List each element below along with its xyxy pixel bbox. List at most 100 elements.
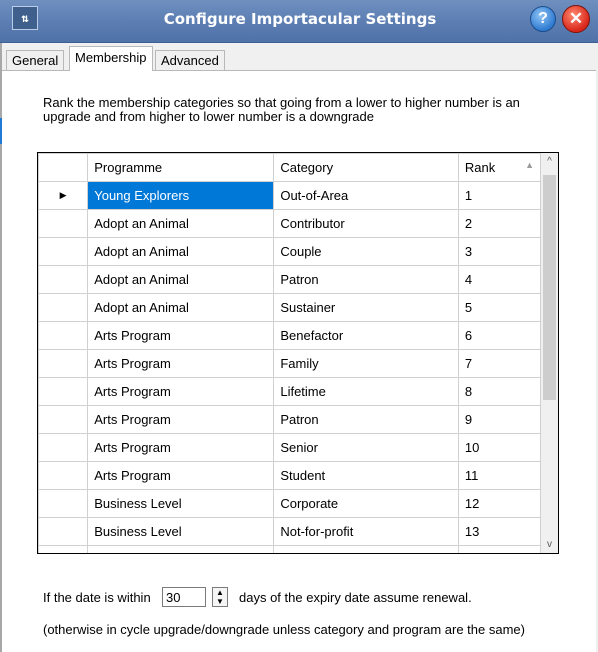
grid-cell-rank[interactable]: 10 bbox=[457, 433, 542, 462]
grid-row[interactable]: Arts Program Patron 9 bbox=[38, 405, 542, 434]
grid-cell-rank[interactable]: 1 bbox=[457, 181, 542, 210]
grid-row[interactable]: Adopt an Animal Patron 4 bbox=[38, 265, 542, 294]
row-selector[interactable] bbox=[38, 545, 89, 553]
grid-cell-rank[interactable]: 7 bbox=[457, 349, 542, 378]
row-selector[interactable] bbox=[38, 209, 89, 238]
help-icon[interactable]: ? bbox=[530, 6, 556, 32]
grid-cell-programme[interactable]: Arts Program bbox=[87, 405, 275, 434]
grid-row[interactable]: Arts Program Senior 10 bbox=[38, 433, 542, 462]
grid-cell-programme[interactable]: Arts Program bbox=[87, 321, 275, 350]
spin-down-icon[interactable]: ▼ bbox=[213, 597, 227, 606]
scroll-up-icon[interactable]: ^ bbox=[541, 153, 558, 170]
column-header-rank[interactable]: Rank ▲ bbox=[457, 153, 542, 182]
column-header-category-label: Category bbox=[280, 160, 334, 175]
grid-cell-category[interactable]: Contributor bbox=[273, 209, 459, 238]
grid-cell-programme[interactable]: Business Level bbox=[87, 517, 275, 546]
grid-cell-category[interactable]: Sustainer bbox=[273, 293, 459, 322]
spin-up-icon[interactable]: ▲ bbox=[213, 588, 227, 597]
grid-cell-category[interactable]: Out-of-Area bbox=[273, 181, 459, 210]
intro-text: Rank the membership categories so that g… bbox=[43, 95, 520, 124]
grid-cell-programme[interactable]: Business Level bbox=[87, 489, 275, 518]
scroll-down-icon[interactable]: v bbox=[541, 536, 558, 553]
tab-membership[interactable]: Membership bbox=[69, 46, 153, 71]
row-selector[interactable] bbox=[38, 265, 89, 294]
window-app-icon: ⇅ bbox=[12, 6, 38, 30]
days-spinner[interactable]: ▲ ▼ bbox=[212, 587, 228, 607]
renewal-days-input[interactable] bbox=[162, 587, 206, 607]
grid-cell-rank[interactable]: 4 bbox=[457, 265, 542, 294]
grid-cell-category[interactable]: Senior bbox=[273, 433, 459, 462]
grid-cell-programme[interactable]: Adopt an Animal bbox=[87, 265, 275, 294]
renewal-suffix-label: days of the expiry date assume renewal. bbox=[239, 590, 472, 605]
grid-cell-category[interactable]: Couple bbox=[273, 237, 459, 266]
grid-cell-rank[interactable]: 6 bbox=[457, 321, 542, 350]
grid-cell-rank[interactable]: 12 bbox=[457, 489, 542, 518]
grid-vertical-scrollbar[interactable]: ^ v bbox=[541, 153, 558, 553]
grid-cell-category[interactable]: Not-for-profit bbox=[273, 517, 459, 546]
grid-cell-category[interactable]: Patron bbox=[273, 265, 459, 294]
row-selector-header[interactable] bbox=[38, 153, 89, 182]
grid-cell-programme[interactable]: Arts Program bbox=[87, 461, 275, 490]
grid-cell-programme[interactable]: Adopt an Animal bbox=[87, 237, 275, 266]
close-icon[interactable]: ✕ bbox=[562, 5, 590, 33]
grid-cell-programme[interactable]: Education Program bbox=[87, 545, 275, 553]
grid-row[interactable]: Arts Program Benefactor 6 bbox=[38, 321, 542, 350]
column-header-rank-label: Rank bbox=[464, 160, 496, 175]
grid-row[interactable]: Arts Program Family 7 bbox=[38, 349, 542, 378]
grid-row[interactable]: Education ProgramFamily14 bbox=[38, 545, 542, 553]
membership-rank-grid[interactable]: Programme Category Rank ▲ ▶ Young Explorer… bbox=[37, 152, 559, 554]
title-bar: ⇅ Configure Importacular Settings ? ✕ bbox=[0, 0, 598, 43]
grid-cell-category[interactable]: Student bbox=[273, 461, 459, 490]
renewal-prefix-label: If the date is within bbox=[43, 590, 151, 605]
grid-cell-programme[interactable]: Arts Program bbox=[87, 349, 275, 378]
grid-header-row: Programme Category Rank ▲ bbox=[38, 153, 542, 182]
grid-cell-rank[interactable]: 9 bbox=[457, 405, 542, 434]
row-selector[interactable] bbox=[38, 321, 89, 350]
row-selector[interactable] bbox=[38, 349, 89, 378]
grid-cell-rank[interactable]: 2 bbox=[457, 209, 542, 238]
grid-row[interactable]: Business Level Not-for-profit 13 bbox=[38, 517, 542, 546]
grid-cell-rank[interactable]: 11 bbox=[457, 461, 542, 490]
grid-cell-programme[interactable]: Adopt an Animal bbox=[87, 209, 275, 238]
row-selector[interactable] bbox=[38, 461, 89, 490]
grid-row[interactable]: Business Level Corporate 12 bbox=[38, 489, 542, 518]
grid-cell-category[interactable]: Benefactor bbox=[273, 321, 459, 350]
sort-ascending-icon: ▲ bbox=[525, 160, 534, 170]
row-selector[interactable] bbox=[38, 293, 89, 322]
grid-cell-category[interactable]: Corporate bbox=[273, 489, 459, 518]
grid-row[interactable]: Adopt an Animal Contributor 2 bbox=[38, 209, 542, 238]
grid-row[interactable]: ▶ Young Explorers Out-of-Area 1 bbox=[38, 181, 542, 210]
grid-cell-programme[interactable]: Adopt an Animal bbox=[87, 293, 275, 322]
column-header-programme-label: Programme bbox=[94, 160, 163, 175]
grid-cell-rank[interactable]: 5 bbox=[457, 293, 542, 322]
tab-advanced[interactable]: Advanced bbox=[155, 50, 225, 70]
renewal-row: If the date is within ▲ ▼ days of the ex… bbox=[43, 587, 472, 607]
grid-cell-category[interactable]: Lifetime bbox=[273, 377, 459, 406]
grid-cell-rank[interactable]: 3 bbox=[457, 237, 542, 266]
row-selector[interactable] bbox=[38, 433, 89, 462]
grid-cell-programme[interactable]: Young Explorers bbox=[87, 181, 275, 210]
grid-cell-rank[interactable]: 13 bbox=[457, 517, 542, 546]
row-selector[interactable] bbox=[38, 377, 89, 406]
grid-cell-rank[interactable]: 8 bbox=[457, 377, 542, 406]
grid-cell-category[interactable]: Patron bbox=[273, 405, 459, 434]
tab-general[interactable]: General bbox=[6, 50, 65, 70]
grid-cell-category[interactable]: Family bbox=[273, 545, 459, 553]
grid-row[interactable]: Arts Program Lifetime 8 bbox=[38, 377, 542, 406]
row-selector[interactable] bbox=[38, 405, 89, 434]
scrollbar-thumb[interactable] bbox=[543, 175, 556, 400]
column-header-category[interactable]: Category bbox=[273, 153, 459, 182]
row-selector[interactable] bbox=[38, 489, 89, 518]
row-selector[interactable] bbox=[38, 517, 89, 546]
grid-row[interactable]: Adopt an Animal Couple 3 bbox=[38, 237, 542, 266]
grid-cell-programme[interactable]: Arts Program bbox=[87, 377, 275, 406]
grid-cell-programme[interactable]: Arts Program bbox=[87, 433, 275, 462]
grid-row[interactable]: Arts Program Student 11 bbox=[38, 461, 542, 490]
column-header-programme[interactable]: Programme bbox=[87, 153, 275, 182]
window-title: Configure Importacular Settings bbox=[163, 10, 437, 28]
grid-row[interactable]: Adopt an Animal Sustainer 5 bbox=[38, 293, 542, 322]
current-row-indicator-icon[interactable]: ▶ bbox=[38, 181, 89, 210]
row-selector[interactable] bbox=[38, 237, 89, 266]
grid-cell-category[interactable]: Family bbox=[273, 349, 459, 378]
grid-cell-rank[interactable]: 14 bbox=[457, 545, 542, 553]
